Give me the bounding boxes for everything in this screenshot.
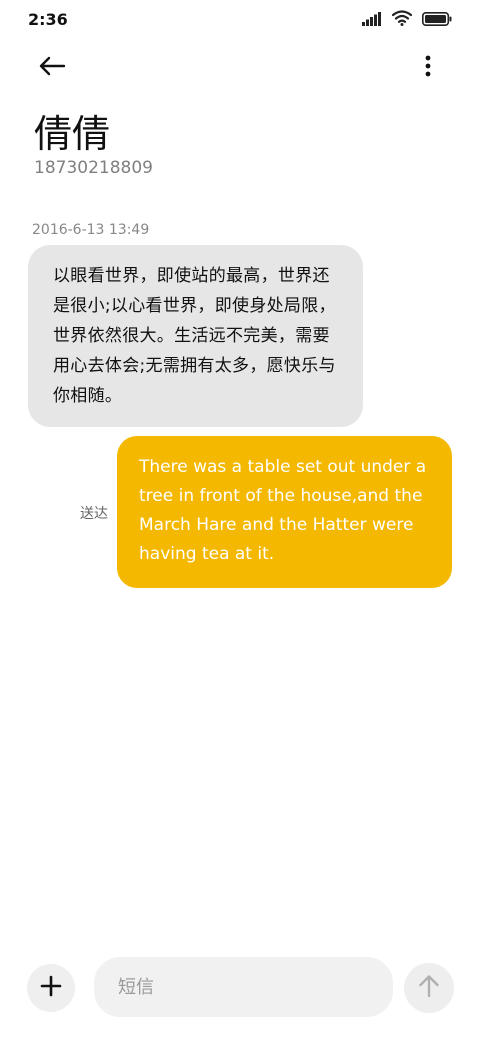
more-vertical-icon — [425, 55, 431, 81]
delivery-status: 送达 — [80, 506, 108, 522]
message-input[interactable] — [94, 957, 393, 1017]
status-icons — [362, 10, 452, 30]
arrow-up-icon — [418, 974, 440, 1002]
sent-message-bubble[interactable]: There was a table set out under a tree i… — [117, 436, 452, 588]
contact-number: 18730218809 — [34, 158, 153, 178]
back-arrow-icon — [38, 56, 66, 80]
back-button[interactable] — [34, 50, 70, 86]
add-attachment-button[interactable] — [27, 964, 75, 1012]
signal-icon — [362, 11, 382, 30]
status-bar: 2:36 — [0, 0, 480, 40]
more-options-button[interactable] — [410, 50, 446, 86]
status-time: 2:36 — [28, 10, 68, 29]
contact-name: 倩倩 — [34, 112, 111, 156]
battery-icon — [422, 11, 452, 30]
received-message-bubble[interactable]: 以眼看世界，即使站的最高，世界还是很小;以心看世界，即使身处局限，世界依然很大。… — [28, 245, 363, 427]
send-button[interactable] — [404, 963, 454, 1013]
message-timestamp: 2016-6-13 13:49 — [32, 222, 150, 238]
sent-message-text: There was a table set out under a tree i… — [139, 457, 427, 564]
received-message-text: 以眼看世界，即使站的最高，世界还是很小;以心看世界，即使身处局限，世界依然很大。… — [53, 266, 336, 406]
wifi-icon — [391, 10, 413, 30]
plus-icon — [40, 975, 62, 1001]
